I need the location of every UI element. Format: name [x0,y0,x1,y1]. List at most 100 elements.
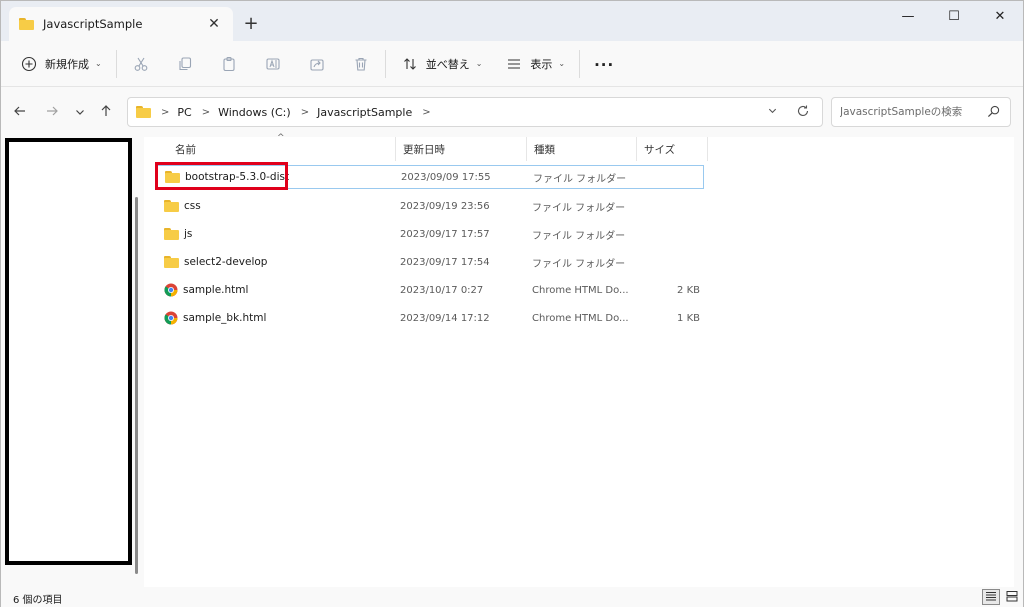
chevron-down-icon: ⌄ [475,59,483,68]
column-header-name[interactable]: 名前 [168,137,396,161]
file-type: ファイル フォルダー [532,202,626,214]
file-row[interactable]: js 2023/09/17 17:57 ファイル フォルダー [156,222,704,246]
file-row[interactable]: sample.html 2023/10/17 0:27 Chrome HTML … [156,278,704,302]
tiles-view-button[interactable] [1003,589,1021,605]
minimize-button[interactable]: — [885,1,931,31]
plus-circle-icon [19,54,39,74]
file-name: sample.html [183,284,249,296]
maximize-button[interactable]: ☐ [931,1,977,31]
arrow-right-icon [45,104,59,122]
search-box [831,97,1011,127]
more-options-button[interactable]: ... [588,48,620,80]
navigation-scrollbar[interactable] [135,197,138,574]
copy-button[interactable] [169,48,201,80]
search-input[interactable] [840,106,980,118]
file-date: 2023/09/17 17:57 [400,228,490,240]
file-explorer-window: JavascriptSample ✕ + — ☐ ✕ 新規作成 ⌄ 並べ替え ⌄… [0,0,1024,607]
file-date: 2023/09/17 17:54 [400,256,490,268]
new-button-label: 新規作成 [45,57,89,71]
file-list-scrollbar[interactable] [1014,137,1023,587]
item-count: 6 個の項目 [13,595,63,606]
address-dropdown-icon[interactable] [767,105,778,119]
toolbar-divider [384,49,386,78]
clipboard-icon [219,54,239,74]
file-row[interactable]: select2-develop 2023/09/17 17:54 ファイル フォ… [156,250,704,274]
command-bar: 新規作成 ⌄ 並べ替え ⌄ 表示 ⌄ ... [1,41,1023,87]
recent-locations-button[interactable] [69,103,91,123]
title-bar: JavascriptSample ✕ + — ☐ ✕ [1,1,1023,41]
column-header-size-label: サイズ [644,143,676,156]
rename-button[interactable] [257,48,289,80]
chrome-icon [164,311,178,325]
folder-icon [164,228,179,240]
file-type: ファイル フォルダー [533,173,627,185]
file-name: select2-develop [184,256,268,268]
close-button[interactable]: ✕ [977,1,1023,31]
file-type: Chrome HTML Do... [532,312,629,324]
file-list-pane: ^ 名前 更新日時 種類 サイズ bootstrap-5.3.0-dist 20… [144,133,1023,587]
details-view-button[interactable] [982,589,1000,605]
tab-close-icon[interactable]: ✕ [203,13,225,35]
column-header-type[interactable]: 種類 [527,137,637,161]
arrow-up-icon [99,104,113,122]
arrow-left-icon [13,104,27,122]
more-icon: ... [594,51,615,70]
back-button[interactable] [9,103,31,123]
view-button[interactable]: 表示 ⌄ [498,48,571,80]
file-name: js [184,228,193,240]
scissors-icon [131,54,151,74]
details-view-icon [985,590,997,605]
cut-button[interactable] [125,48,157,80]
share-button[interactable] [301,48,333,80]
file-size: 2 KB [677,284,700,296]
file-name-cell: sample.html [164,283,248,297]
folder-icon [19,18,34,30]
file-type: Chrome HTML Do... [532,284,629,296]
file-type: ファイル フォルダー [532,258,626,270]
breadcrumb-drive[interactable]: Windows (C:) [218,106,291,119]
trash-icon [351,54,371,74]
copy-icon [175,54,195,74]
sort-button[interactable]: 並べ替え ⌄ [394,48,489,80]
address-bar[interactable]: > PC > Windows (C:) > JavascriptSample > [127,97,823,127]
forward-button[interactable] [41,103,63,123]
file-size: 1 KB [677,312,700,324]
sort-arrows-icon [400,54,420,74]
tab-javascriptsample[interactable]: JavascriptSample ✕ [9,7,233,41]
new-tab-button[interactable]: + [239,11,263,35]
column-header-name-label: 名前 [175,143,196,156]
breadcrumb-folder[interactable]: JavascriptSample [317,106,412,119]
highlight-box [155,162,288,190]
navigation-pane[interactable] [1,137,144,587]
sort-button-label: 並べ替え [425,57,470,71]
column-header-date-label: 更新日時 [403,143,445,156]
toolbar-divider [115,49,117,78]
search-icon[interactable] [987,105,1000,121]
rename-icon [263,54,283,74]
delete-button[interactable] [345,48,377,80]
file-name: css [184,200,201,212]
chevron-down-icon [74,104,86,122]
redaction-box [5,138,132,565]
folder-icon [164,200,179,212]
file-date: 2023/09/14 17:12 [400,312,490,324]
file-name-cell: css [164,200,201,212]
file-name-cell: sample_bk.html [164,311,266,325]
folder-icon [136,106,151,118]
new-button[interactable]: 新規作成 ⌄ [13,48,108,80]
file-date: 2023/09/09 17:55 [401,171,491,183]
file-row[interactable]: sample_bk.html 2023/09/14 17:12 Chrome H… [156,306,704,330]
chevron-right-icon: > [161,106,170,118]
paste-button[interactable] [213,48,245,80]
column-header-date[interactable]: 更新日時 [396,137,527,161]
address-row: > PC > Windows (C:) > JavascriptSample > [1,87,1023,137]
share-icon [307,54,327,74]
breadcrumb-pc[interactable]: PC [177,106,191,119]
tiles-view-icon [1006,590,1018,605]
up-button[interactable] [95,103,117,123]
file-type: ファイル フォルダー [532,230,626,242]
file-row[interactable]: css 2023/09/19 23:56 ファイル フォルダー [156,194,704,218]
column-header-size[interactable]: サイズ [637,137,708,161]
refresh-icon[interactable] [796,104,810,122]
chevron-down-icon: ⌄ [95,59,102,68]
